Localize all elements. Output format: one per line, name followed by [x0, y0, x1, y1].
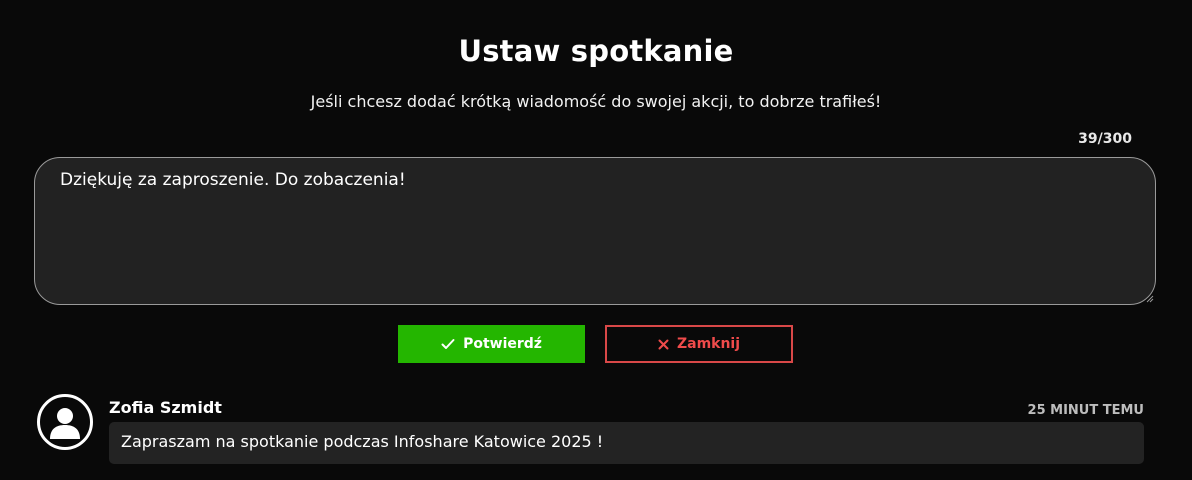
confirm-label: Potwierdź — [463, 336, 542, 352]
user-avatar-icon — [50, 408, 80, 439]
message-textarea[interactable]: Dziękuję za zaproszenie. Do zobaczenia! — [34, 157, 1156, 305]
character-counter: 39/300 — [1078, 131, 1132, 147]
check-icon — [441, 338, 455, 350]
comment-author: Zofia Szmidt — [109, 398, 222, 417]
x-icon — [658, 339, 669, 350]
avatar — [37, 394, 93, 450]
page-subtitle: Jeśli chcesz dodać krótką wiadomość do s… — [310, 92, 882, 111]
meeting-dialog: Ustaw spotkanie Jeśli chcesz dodać krótk… — [0, 0, 1192, 480]
comment-message: Zapraszam na spotkanie podczas Infoshare… — [109, 422, 1144, 464]
resize-grip-icon[interactable] — [1146, 295, 1154, 303]
confirm-button[interactable]: Potwierdź — [398, 325, 585, 363]
close-button[interactable]: Zamknij — [605, 325, 793, 363]
comment-timestamp: 25 MINUT TEMU — [1027, 403, 1144, 418]
close-label: Zamknij — [676, 336, 741, 352]
page-title: Ustaw spotkanie — [458, 34, 734, 68]
